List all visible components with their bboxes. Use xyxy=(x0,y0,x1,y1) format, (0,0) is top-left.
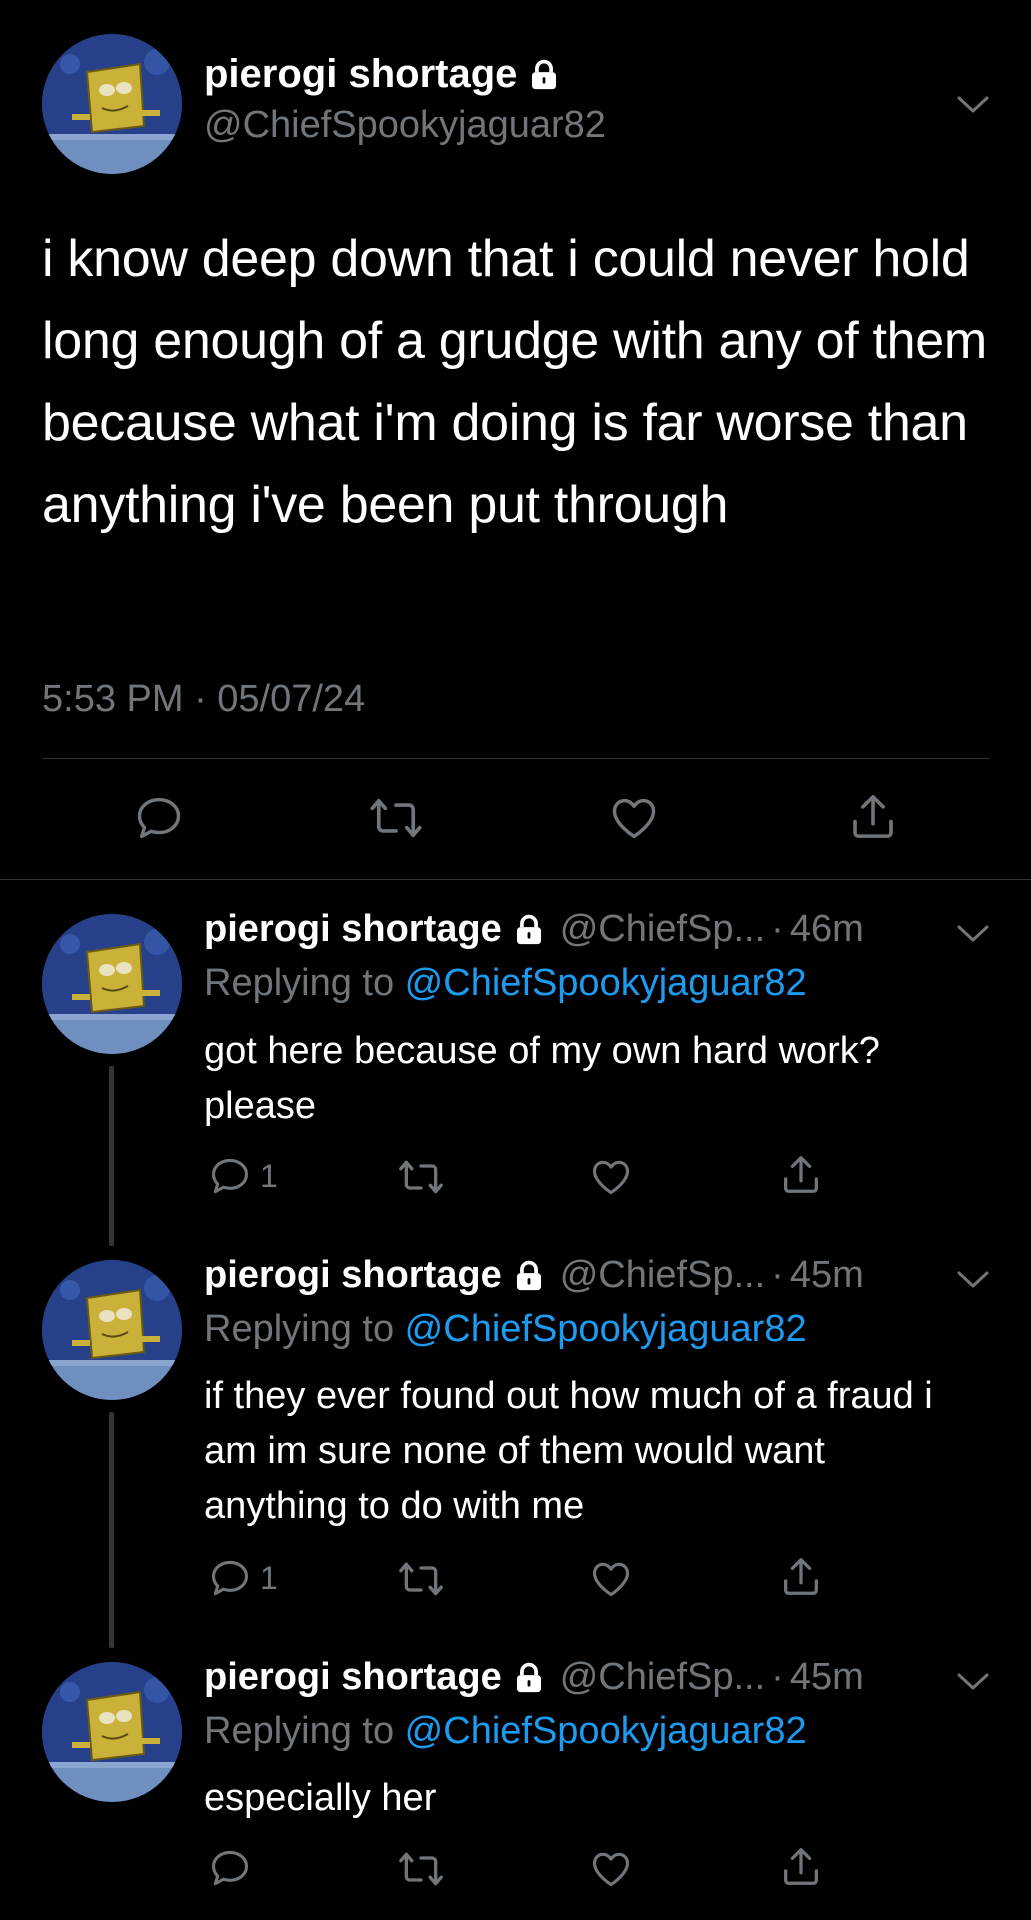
replying-to-line: Replying to @ChiefSpookyjaguar82 xyxy=(204,1308,807,1351)
speech-bubble-icon xyxy=(137,797,181,839)
retweet-arrows-icon xyxy=(399,1562,443,1596)
like-button[interactable] xyxy=(607,792,661,844)
retweet-arrows-icon xyxy=(399,1852,443,1886)
mention-link[interactable]: @ChiefSpookyjaguar82 xyxy=(405,1308,807,1350)
spongebob-avatar-image xyxy=(42,1662,182,1802)
chevron-down-icon[interactable] xyxy=(955,92,991,116)
speech-bubble-icon xyxy=(211,1850,249,1886)
separator-dot: · xyxy=(771,1656,784,1698)
reply-button[interactable]: 1 xyxy=(208,1154,278,1198)
thread-connector-line xyxy=(109,1412,114,1648)
author-name-row[interactable]: pierogi shortage xyxy=(204,52,561,97)
like-button[interactable] xyxy=(588,1557,634,1601)
share-upload-icon xyxy=(784,1558,818,1595)
share-upload-icon xyxy=(784,1848,818,1885)
separator-dot: · xyxy=(771,1254,784,1296)
heart-icon xyxy=(592,1562,630,1597)
reply-count: 1 xyxy=(260,1559,278,1596)
divider xyxy=(42,758,990,759)
avatar[interactable] xyxy=(42,914,182,1054)
retweet-button[interactable] xyxy=(396,1557,446,1601)
reply-text: got here because of my own hard work? pl… xyxy=(204,1030,880,1127)
mention-link[interactable]: @ChiefSpookyjaguar82 xyxy=(405,1710,807,1752)
share-button[interactable] xyxy=(778,1554,824,1600)
chevron-down-icon[interactable] xyxy=(955,921,991,945)
retweet-button[interactable] xyxy=(368,792,424,844)
reply-count: 1 xyxy=(260,1157,278,1194)
tweet-action-bar xyxy=(0,786,1031,846)
thread-connector-line xyxy=(109,1066,114,1246)
tweet-text: i know deep down that i could never hold… xyxy=(42,230,987,534)
author-handle[interactable]: @ChiefSp... xyxy=(560,908,765,951)
spongebob-avatar-image xyxy=(42,1260,182,1400)
lock-icon xyxy=(516,1260,541,1290)
heart-icon xyxy=(592,1852,630,1887)
replying-to-label: Replying to xyxy=(204,1308,405,1350)
share-button[interactable] xyxy=(846,790,900,844)
avatar[interactable] xyxy=(42,34,182,174)
display-name[interactable]: pierogi shortage xyxy=(204,1656,502,1699)
display-name[interactable]: pierogi shortage xyxy=(204,1254,502,1297)
author-handle[interactable]: @ChiefSp... xyxy=(560,1656,765,1699)
reply-timestamp[interactable]: 45m xyxy=(790,1254,864,1297)
avatar[interactable] xyxy=(42,1260,182,1400)
display-name[interactable]: pierogi shortage xyxy=(204,52,517,97)
like-button[interactable] xyxy=(588,1155,634,1199)
reply-header[interactable]: pierogi shortage @ChiefSp... · 45m xyxy=(204,1656,864,1699)
reply-header[interactable]: pierogi shortage @ChiefSp... · 46m xyxy=(204,908,864,951)
like-button[interactable] xyxy=(588,1847,634,1891)
lock-icon xyxy=(516,914,541,944)
share-upload-icon xyxy=(784,1156,818,1193)
chevron-down-icon[interactable] xyxy=(955,1267,991,1291)
speech-bubble-icon xyxy=(211,1158,249,1194)
spongebob-avatar-image xyxy=(42,914,182,1054)
reply-timestamp[interactable]: 46m xyxy=(790,908,864,951)
retweet-button[interactable] xyxy=(396,1155,446,1199)
display-name[interactable]: pierogi shortage xyxy=(204,908,502,951)
retweet-arrows-icon xyxy=(399,1160,443,1194)
author-handle[interactable]: @ChiefSpookyjaguar82 xyxy=(204,104,606,147)
share-upload-icon xyxy=(853,794,893,838)
reply-header[interactable]: pierogi shortage @ChiefSp... · 45m xyxy=(204,1254,864,1297)
author-handle[interactable]: @ChiefSp... xyxy=(560,1254,765,1297)
lock-icon xyxy=(532,59,557,89)
reply-text: if they ever found out how much of a fra… xyxy=(204,1375,933,1527)
reply-button[interactable]: 1 xyxy=(208,1556,278,1600)
tweet-timestamp[interactable]: 5:53 PM · 05/07/24 xyxy=(42,678,365,721)
retweet-button[interactable] xyxy=(396,1847,446,1891)
lock-icon xyxy=(516,1662,541,1692)
avatar[interactable] xyxy=(42,1662,182,1802)
chevron-down-icon[interactable] xyxy=(955,1669,991,1693)
replying-to-line: Replying to @ChiefSpookyjaguar82 xyxy=(204,1710,807,1753)
reply-button[interactable] xyxy=(208,1846,260,1890)
heart-icon xyxy=(592,1160,630,1195)
tweet-thread-page: pierogi shortage @ChiefSpookyjaguar82 i … xyxy=(0,0,1031,1920)
reply-timestamp[interactable]: 45m xyxy=(790,1656,864,1699)
reply-text: especially her xyxy=(204,1777,437,1819)
speech-bubble-icon xyxy=(211,1560,249,1596)
share-button[interactable] xyxy=(778,1844,824,1890)
reply-button[interactable] xyxy=(133,792,185,844)
spongebob-avatar-image xyxy=(42,34,182,174)
divider xyxy=(0,879,1031,880)
replying-to-line: Replying to @ChiefSpookyjaguar82 xyxy=(204,962,807,1005)
retweet-arrows-icon xyxy=(370,798,422,838)
replying-to-label: Replying to xyxy=(204,962,405,1004)
share-button[interactable] xyxy=(778,1152,824,1198)
separator-dot: · xyxy=(771,908,784,950)
replying-to-label: Replying to xyxy=(204,1710,405,1752)
heart-icon xyxy=(612,798,656,839)
mention-link[interactable]: @ChiefSpookyjaguar82 xyxy=(405,962,807,1004)
